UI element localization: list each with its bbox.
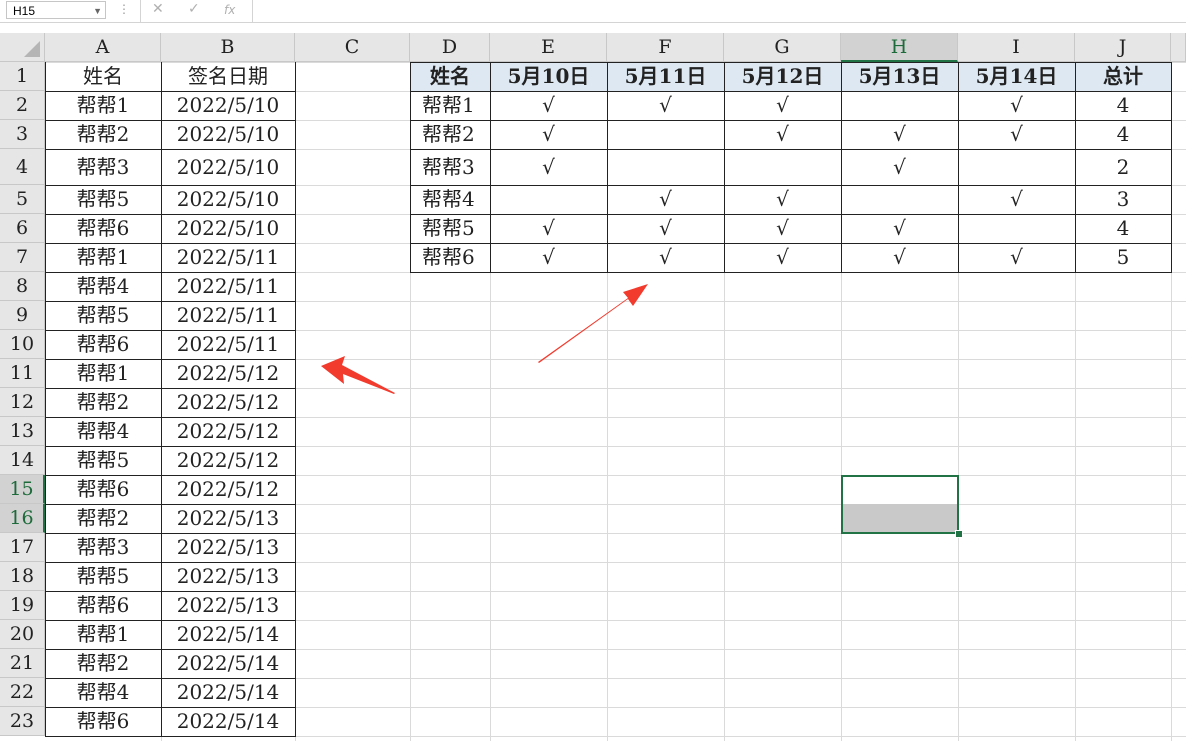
- arrow-up-right-annotation: [538, 284, 648, 363]
- arrow-left-annotation: [321, 356, 395, 394]
- drag-handle-icon[interactable]: ⋮: [118, 2, 130, 16]
- formula-bar: H15 ▼ ⋮ ✕ ✓ fx: [0, 0, 1186, 23]
- chevron-down-icon[interactable]: ▼: [93, 2, 102, 20]
- name-box[interactable]: H15 ▼: [6, 1, 106, 19]
- name-box-value: H15: [13, 4, 36, 18]
- annotation-arrows: [321, 284, 648, 394]
- spreadsheet-grid[interactable]: ABCDEFGHIJ 1 2 3 4 5 6 7 8 9 10 11 12 13 14 15 16 17 18 19…: [0, 22, 1186, 741]
- enter-icon[interactable]: ✓: [188, 1, 200, 17]
- cancel-icon[interactable]: ✕: [152, 1, 164, 17]
- formula-input[interactable]: [256, 0, 1176, 22]
- insert-function-icon[interactable]: fx: [224, 3, 235, 17]
